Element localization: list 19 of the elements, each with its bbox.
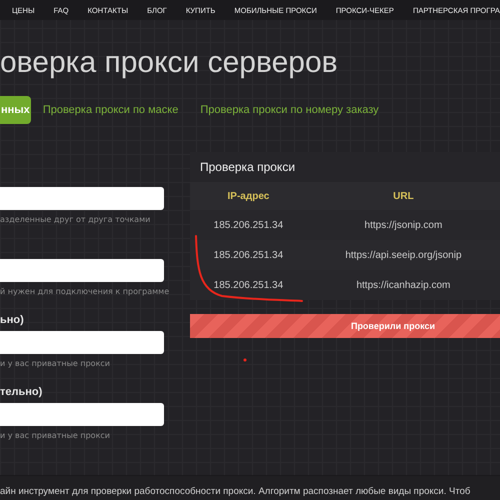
table-cell: https://api.seeip.org/jsonip [306, 240, 500, 270]
tab[interactable]: Проверка прокси по маске [42, 96, 178, 124]
page-title: оверка прокси серверов [0, 46, 338, 80]
field-label: тельно) [0, 386, 42, 398]
description-text: айн инструмент для проверки работоспособности прокси. Алгоритм распознает любые виды прокси. Чтоб [0, 485, 472, 497]
column-header: IP-адрес [190, 182, 307, 210]
progress-label: Проверили прокси [350, 321, 435, 331]
table-cell: 185.206.251.34 [190, 240, 307, 270]
tab[interactable]: Проверка прокси по номеру заказу [200, 96, 379, 124]
table-cell: https://icanhazip.com [306, 270, 500, 300]
field-hint: и у вас приватные прокси [0, 431, 112, 442]
card-title: Проверка прокси [190, 152, 500, 182]
table-cell: 185.206.251.34 [190, 270, 307, 300]
column-header: URL [306, 182, 500, 210]
field-label: ьно) [0, 314, 24, 326]
field-hint: азделенные друг от друга точками [0, 215, 152, 226]
table-cell: 185.206.251.34 [190, 210, 307, 240]
field-hint: и у вас приватные прокси [0, 359, 112, 370]
table-cell: https://jsonip.com [306, 210, 500, 240]
